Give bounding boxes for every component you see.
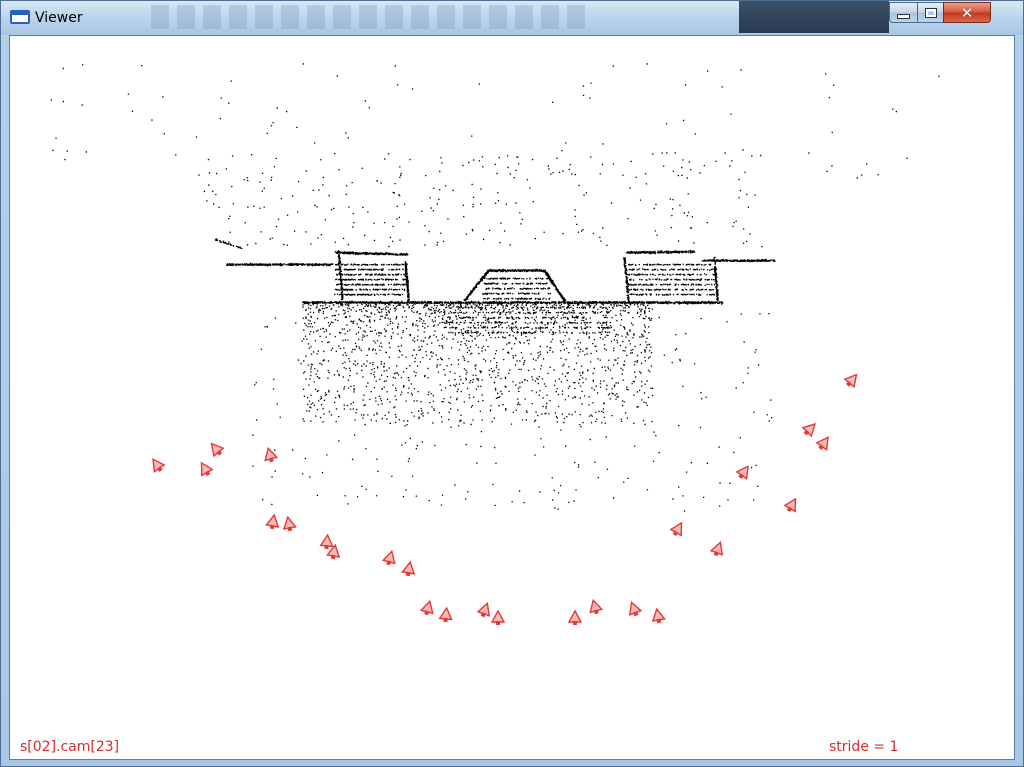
- title-bar[interactable]: Viewer ✕: [1, 1, 1023, 35]
- camera-frustum: [438, 606, 453, 623]
- background-toolbar-glimpse: [151, 5, 591, 29]
- camera-frustum: [651, 607, 666, 624]
- camera-frustum: [200, 461, 214, 477]
- close-icon: ✕: [960, 3, 974, 22]
- close-button[interactable]: ✕: [943, 2, 991, 23]
- stride-label: stride = 1: [829, 739, 899, 755]
- viewer-window: Viewer ✕ s[02].cam[23] stride = 1: [0, 0, 1024, 767]
- point-cloud-points: [50, 63, 940, 512]
- camera-frustum: [381, 549, 396, 566]
- 3d-viewport[interactable]: s[02].cam[23] stride = 1: [9, 35, 1015, 760]
- window-app-icon: [10, 10, 30, 24]
- camera-frustum: [419, 599, 434, 616]
- camera-frustum: [669, 521, 683, 537]
- camera-frustum: [815, 436, 829, 451]
- camera-frustum: [490, 609, 506, 625]
- window-title: Viewer: [35, 10, 83, 26]
- camera-frustum: [210, 442, 225, 458]
- camera-frustum: [264, 446, 279, 463]
- point-cloud: [50, 63, 940, 512]
- camera-index-label: s[02].cam[23]: [20, 739, 120, 755]
- camera-frustum: [319, 533, 334, 550]
- camera-frustum: [843, 373, 858, 389]
- maximize-icon: [924, 7, 937, 18]
- background-window-glimpse: [739, 1, 889, 33]
- camera-frustum: [567, 609, 583, 625]
- camera-frustum: [709, 541, 724, 557]
- camera-frustum: [152, 458, 166, 473]
- minimize-button[interactable]: [889, 2, 918, 23]
- point-cloud-scene: [50, 63, 940, 625]
- minimize-icon: [897, 14, 910, 19]
- camera-frusta: [152, 373, 858, 625]
- camera-frustum: [476, 602, 491, 618]
- camera-frustum: [628, 601, 643, 617]
- camera-frustum: [589, 598, 604, 615]
- camera-frustum: [401, 560, 416, 577]
- camera-frustum: [783, 497, 797, 513]
- camera-frustum: [801, 423, 816, 438]
- camera-frustum: [265, 513, 280, 530]
- maximize-button[interactable]: [917, 2, 944, 23]
- camera-frustum: [282, 515, 297, 532]
- camera-frustum: [735, 465, 749, 480]
